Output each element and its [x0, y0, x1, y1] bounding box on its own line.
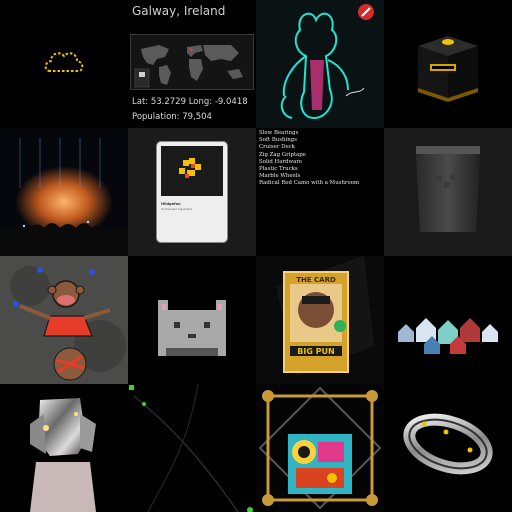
neon-creature-art: [280, 4, 374, 120]
pixel-cat-art: [158, 300, 226, 356]
pixel-card-art: [161, 146, 223, 196]
gallery-tile-sealed-bag[interactable]: [384, 128, 512, 256]
gallery-tile-neon-creature[interactable]: [256, 0, 384, 128]
gallery-tile-orbit[interactable]: [128, 384, 256, 512]
monkey-drawing-art: [0, 256, 128, 384]
card-title: Hildgefon: [161, 202, 181, 206]
list-item: Radical Red Camo with a Mushroom: [259, 180, 360, 187]
sealed-bag-art: [416, 146, 480, 232]
big-pun-card-art: THE CARD BIG PUN: [276, 256, 374, 376]
coordinates-text: Lat: 53.2729 Long: -9.0418: [132, 97, 248, 107]
gallery-tile-map[interactable]: Galway, Ireland Lat: 53.2729 Long: -9.04…: [128, 0, 256, 128]
card-name-label: BIG PUN: [297, 347, 334, 356]
gallery-tile-ring[interactable]: [384, 384, 512, 512]
card-subtitle: Unrevealed Ingredient: [161, 207, 193, 211]
list-item: Cruiser Deck: [259, 144, 295, 151]
gallery-tile-monkey[interactable]: [0, 256, 128, 384]
card-top-label: THE CARD: [296, 276, 336, 284]
concert-crowd-photo: [0, 138, 128, 256]
nft-gallery-grid: Galway, Ireland Lat: 53.2729 Long: -9.04…: [0, 0, 512, 512]
collectible-card: Hildgefon Unrevealed Ingredient: [157, 142, 227, 242]
black-box-button-art: [418, 36, 478, 102]
gallery-tile-big-pun[interactable]: THE CARD BIG PUN: [256, 256, 384, 384]
list-item: Zig Zag Griptape: [259, 151, 306, 158]
list-item: Solid Hardware: [259, 158, 303, 165]
list-item: Soft Bushings: [259, 137, 297, 144]
gallery-tile-crystal-houses[interactable]: [384, 256, 512, 384]
crystal-houses-art: [398, 318, 498, 354]
world-map: [130, 34, 254, 90]
gallery-tile-skateboard-traits[interactable]: Slow Bearings Soft Bushings Cruiser Deck…: [256, 128, 384, 256]
list-item: Plastic Trucks: [259, 166, 298, 173]
chrome-robot-art: [30, 398, 96, 512]
population-text: Population: 79,504: [132, 112, 212, 122]
gallery-tile-concert[interactable]: [0, 128, 128, 256]
gallery-tile-black-box[interactable]: [384, 0, 512, 128]
dotted-cloud-outline-icon: [44, 52, 84, 72]
list-item: Slow Bearings: [259, 130, 299, 136]
gallery-tile-pixel-cat[interactable]: [128, 256, 256, 384]
world-map-icon: [134, 45, 243, 88]
silver-ring-art: [403, 413, 493, 475]
gallery-tile-card[interactable]: Hildgefon Unrevealed Ingredient: [128, 128, 256, 256]
trait-list: Slow Bearings Soft Bushings Cruiser Deck…: [259, 130, 359, 188]
city-name: Galway, Ireland: [132, 4, 226, 18]
gallery-tile-cloud[interactable]: [0, 0, 128, 128]
gallery-tile-chrome-robot[interactable]: [0, 384, 128, 512]
orbit-lines-art: [129, 384, 253, 512]
gallery-tile-framed-robot[interactable]: [256, 384, 384, 512]
list-item: Marble Wheels: [259, 173, 301, 180]
framed-robot-art: [258, 386, 382, 510]
